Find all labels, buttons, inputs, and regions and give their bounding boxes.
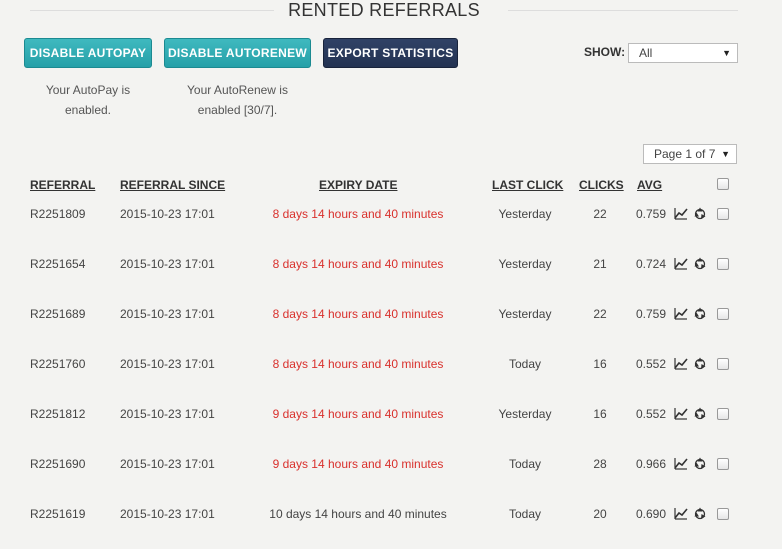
header-referral-since[interactable]: REFERRAL SINCE: [120, 178, 225, 192]
autopay-status: Your AutoPay is enabled.: [24, 80, 152, 120]
clicks-count: 28: [593, 457, 607, 471]
last-click: Today: [508, 457, 542, 471]
show-filter-value: All: [639, 46, 653, 60]
expiry-date: 8 days 14 hours and 40 minutes: [272, 357, 444, 371]
header-clicks[interactable]: CLICKS: [579, 178, 624, 192]
clicks-count: 22: [593, 207, 607, 221]
autorenew-status: Your AutoRenew is enabled [30/7].: [164, 80, 311, 120]
row-select-checkbox[interactable]: [717, 358, 729, 370]
referral-since: 2015-10-23 17:01: [120, 457, 215, 471]
recycle-icon[interactable]: [693, 206, 707, 220]
recycle-icon[interactable]: [693, 406, 707, 420]
referral-since: 2015-10-23 17:01: [120, 207, 215, 221]
recycle-icon[interactable]: [693, 456, 707, 470]
clicks-count: 20: [593, 507, 607, 521]
recycle-icon[interactable]: [693, 506, 707, 520]
title-divider-right: [508, 10, 738, 11]
row-select-checkbox[interactable]: [717, 458, 729, 470]
last-click: Yesterday: [498, 207, 552, 221]
chevron-down-icon: ▼: [721, 149, 730, 159]
recycle-icon[interactable]: [693, 256, 707, 270]
last-click: Today: [508, 507, 542, 521]
last-click: Today: [508, 357, 542, 371]
clicks-count: 16: [593, 357, 607, 371]
referral-id: R2251760: [30, 357, 86, 371]
avg-value: 0.552: [635, 407, 666, 421]
clicks-count: 21: [593, 257, 607, 271]
referral-id: R2251689: [30, 307, 86, 321]
page-select-value: Page 1 of 7: [654, 147, 716, 161]
line-chart-icon[interactable]: [674, 256, 688, 270]
show-filter-label: SHOW:: [584, 45, 626, 59]
avg-value: 0.966: [635, 457, 666, 471]
last-click: Yesterday: [498, 257, 552, 271]
expiry-date: 8 days 14 hours and 40 minutes: [272, 207, 444, 221]
avg-value: 0.552: [635, 357, 666, 371]
clicks-count: 16: [593, 407, 607, 421]
expiry-date: 10 days 14 hours and 40 minutes: [269, 507, 447, 521]
line-chart-icon[interactable]: [674, 306, 688, 320]
referral-id: R2251654: [30, 257, 86, 271]
referral-id: R2251619: [30, 507, 86, 521]
header-referral[interactable]: REFERRAL: [30, 178, 95, 192]
line-chart-icon[interactable]: [674, 506, 688, 520]
row-select-checkbox[interactable]: [717, 408, 729, 420]
autorenew-status-line2: enabled [30/7].: [197, 103, 278, 117]
avg-value: 0.690: [635, 507, 666, 521]
disable-autopay-button[interactable]: DISABLE AUTOPAY: [24, 38, 152, 68]
row-select-checkbox[interactable]: [717, 308, 729, 320]
line-chart-icon[interactable]: [674, 356, 688, 370]
page-title-bar: RENTED REFERRALS: [30, 0, 738, 22]
referral-since: 2015-10-23 17:01: [120, 407, 215, 421]
avg-value: 0.724: [635, 257, 666, 271]
line-chart-icon[interactable]: [674, 406, 688, 420]
referral-since: 2015-10-23 17:01: [120, 507, 215, 521]
referral-since: 2015-10-23 17:01: [120, 357, 215, 371]
show-filter-select[interactable]: All ▼: [628, 43, 738, 63]
autopay-status-line2: enabled.: [64, 103, 112, 117]
referral-since: 2015-10-23 17:01: [120, 307, 215, 321]
line-chart-icon[interactable]: [674, 456, 688, 470]
autopay-status-line1: Your AutoPay is: [45, 83, 131, 97]
recycle-icon[interactable]: [693, 356, 707, 370]
avg-value: 0.759: [635, 207, 666, 221]
recycle-icon[interactable]: [693, 306, 707, 320]
expiry-date: 9 days 14 hours and 40 minutes: [272, 457, 444, 471]
expiry-date: 9 days 14 hours and 40 minutes: [272, 407, 444, 421]
autorenew-status-line1: Your AutoRenew is: [187, 83, 288, 97]
avg-value: 0.759: [635, 307, 666, 321]
referral-id: R2251812: [30, 407, 86, 421]
row-select-checkbox[interactable]: [717, 258, 729, 270]
chevron-down-icon: ▼: [722, 48, 731, 58]
referral-id: R2251809: [30, 207, 86, 221]
expiry-date: 8 days 14 hours and 40 minutes: [272, 257, 444, 271]
select-all-checkbox[interactable]: [717, 178, 729, 190]
export-statistics-button[interactable]: EXPORT STATISTICS: [323, 38, 458, 68]
row-select-checkbox[interactable]: [717, 508, 729, 520]
header-last-click[interactable]: LAST CLICK: [492, 178, 563, 192]
last-click: Yesterday: [498, 407, 552, 421]
page-select[interactable]: Page 1 of 7 ▼: [643, 144, 737, 164]
last-click: Yesterday: [498, 307, 552, 321]
disable-autorenew-button[interactable]: DISABLE AUTORENEW: [164, 38, 311, 68]
referral-id: R2251690: [30, 457, 86, 471]
referral-since: 2015-10-23 17:01: [120, 257, 215, 271]
header-expiry-date[interactable]: EXPIRY DATE: [319, 178, 397, 192]
row-select-checkbox[interactable]: [717, 208, 729, 220]
line-chart-icon[interactable]: [674, 206, 688, 220]
clicks-count: 22: [593, 307, 607, 321]
header-avg[interactable]: AVG: [637, 178, 662, 192]
expiry-date: 8 days 14 hours and 40 minutes: [272, 307, 444, 321]
